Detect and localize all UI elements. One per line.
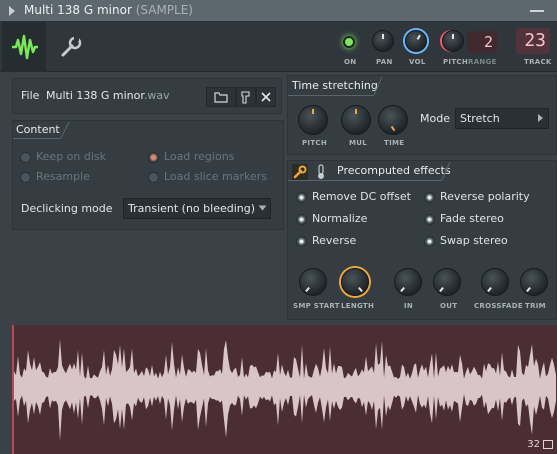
sample-start-knob[interactable] [299, 268, 327, 296]
locate-file-button[interactable] [236, 87, 256, 107]
section-tab-edge [442, 161, 451, 181]
swap-stereo-label: Swap stereo [440, 234, 508, 247]
fade-in-knob[interactable] [394, 268, 422, 296]
stretch-pitch-label: PITCH [302, 139, 328, 147]
normalize-label: Normalize [312, 212, 368, 225]
stretch-time-knob[interactable] [378, 105, 408, 135]
waveform-display[interactable]: 32 [12, 325, 557, 454]
thermometer-icon [318, 164, 324, 179]
stretch-mode-select[interactable]: Stretch [455, 108, 549, 129]
crossfade-label: CROSSFADE [474, 302, 523, 310]
crossfade-knob[interactable] [481, 268, 509, 296]
locate-icon [241, 91, 250, 104]
section-tab-edge [374, 76, 383, 96]
window-title: Multi 138 G minor (SAMPLE) [24, 3, 193, 17]
load-slice-markers-radio[interactable] [148, 172, 159, 183]
close-icon [261, 92, 271, 102]
declicking-mode-select[interactable]: Transient (no bleeding) [123, 198, 271, 219]
trim-label: TRIM [525, 302, 546, 310]
clear-file-button[interactable] [256, 87, 276, 107]
wrench-icon [61, 36, 82, 57]
waveform-counter: 32 [527, 439, 540, 450]
waveform-icon [12, 34, 38, 60]
content-heading: Content [16, 123, 60, 136]
remove-dc-label: Remove DC offset [312, 190, 411, 203]
precomputed-effects-panel: Precomputed effects Remove DC offset Rev… [287, 160, 557, 320]
fade-stereo-radio[interactable] [424, 214, 435, 225]
reverse-polarity-label: Reverse polarity [440, 190, 530, 203]
reverse-label: Reverse [312, 234, 357, 247]
waveform-shape [14, 339, 556, 441]
declicking-mode-value: Transient (no bleeding) [128, 202, 256, 215]
pan-label: PAN [376, 58, 393, 66]
window-title-type: (SAMPLE) [135, 3, 193, 17]
remove-dc-radio[interactable] [296, 192, 307, 203]
keep-on-disk-radio[interactable] [20, 152, 31, 163]
stretch-mul-knob[interactable] [341, 105, 371, 135]
stretch-time-label: TIME [384, 139, 405, 147]
fade-stereo-label: Fade stereo [440, 212, 504, 225]
file-panel: File Multi 138 G minor.wav [12, 78, 282, 114]
declicking-label: Declicking mode [21, 202, 113, 215]
load-slice-markers-label: Load slice markers [164, 170, 268, 183]
swap-stereo-radio[interactable] [424, 236, 435, 247]
wrench-icon[interactable] [292, 164, 308, 180]
minimize-button[interactable] [526, 4, 548, 18]
stretch-pitch-knob[interactable] [298, 105, 328, 135]
load-regions-label: Load regions [164, 150, 235, 163]
length-knob[interactable] [341, 268, 369, 296]
pitch-label: PITCH [443, 58, 469, 66]
chevron-down-icon [258, 205, 267, 211]
file-extension: .wav [143, 89, 170, 102]
time-stretching-heading: Time stretching [292, 79, 378, 92]
fade-out-knob[interactable] [433, 268, 461, 296]
content-heading-rule [13, 138, 61, 139]
resample-radio[interactable] [20, 172, 31, 183]
file-label: File [21, 89, 40, 102]
reverse-polarity-radio[interactable] [424, 192, 435, 203]
file-name[interactable]: Multi 138 G minor.wav [46, 89, 170, 102]
volume-label: VOL [409, 58, 426, 66]
on-label: ON [344, 58, 357, 66]
load-regions-radio[interactable] [148, 152, 159, 163]
pitch-knob[interactable] [442, 30, 464, 52]
mixer-track-value[interactable]: 23 [516, 28, 550, 54]
chevron-right-icon [538, 114, 543, 122]
collapse-arrow-icon[interactable] [9, 6, 15, 16]
precomputed-heading: Precomputed effects [337, 164, 451, 177]
content-panel: Content Keep on disk Load regions Resamp… [12, 120, 284, 230]
folder-icon [214, 92, 228, 103]
fade-out-label: OUT [440, 302, 458, 310]
track-label: TRACK [524, 58, 552, 66]
resample-label: Resample [36, 170, 90, 183]
channel-toolbar: ON PAN VOL PITCH 2 RANGE 23 TRACK [0, 22, 557, 72]
loop-icon[interactable] [543, 440, 553, 449]
title-bar: Multi 138 G minor (SAMPLE) [0, 0, 557, 22]
stretch-mode-value: Stretch [460, 112, 500, 125]
file-basename: Multi 138 G minor [46, 89, 144, 102]
fade-in-label: IN [404, 302, 414, 310]
time-stretching-panel: Time stretching PITCH MUL TIME Mode Stre… [287, 75, 557, 155]
trim-knob[interactable] [520, 268, 548, 296]
time-stretching-heading-rule [288, 95, 374, 96]
tab-settings[interactable] [52, 22, 88, 72]
window-title-name: Multi 138 G minor [24, 3, 132, 17]
stretch-mul-label: MUL [349, 139, 368, 147]
volume-knob[interactable] [405, 30, 427, 52]
open-file-button[interactable] [206, 87, 236, 107]
pan-knob[interactable] [372, 30, 394, 52]
section-tab-edge [61, 121, 70, 139]
sample-start-label: SMP START [293, 302, 340, 310]
reverse-radio[interactable] [296, 236, 307, 247]
range-label: RANGE [468, 58, 497, 66]
precomputed-heading-rule [288, 180, 442, 181]
keep-on-disk-label: Keep on disk [36, 150, 107, 163]
channel-on-led[interactable] [343, 36, 355, 48]
stretch-mode-label: Mode [420, 112, 450, 125]
waveform-graphic [14, 339, 556, 441]
pitch-range-value[interactable]: 2 [467, 31, 497, 53]
normalize-radio[interactable] [296, 214, 307, 225]
length-label: LENGTH [341, 302, 375, 310]
tab-waveform[interactable] [2, 22, 46, 72]
